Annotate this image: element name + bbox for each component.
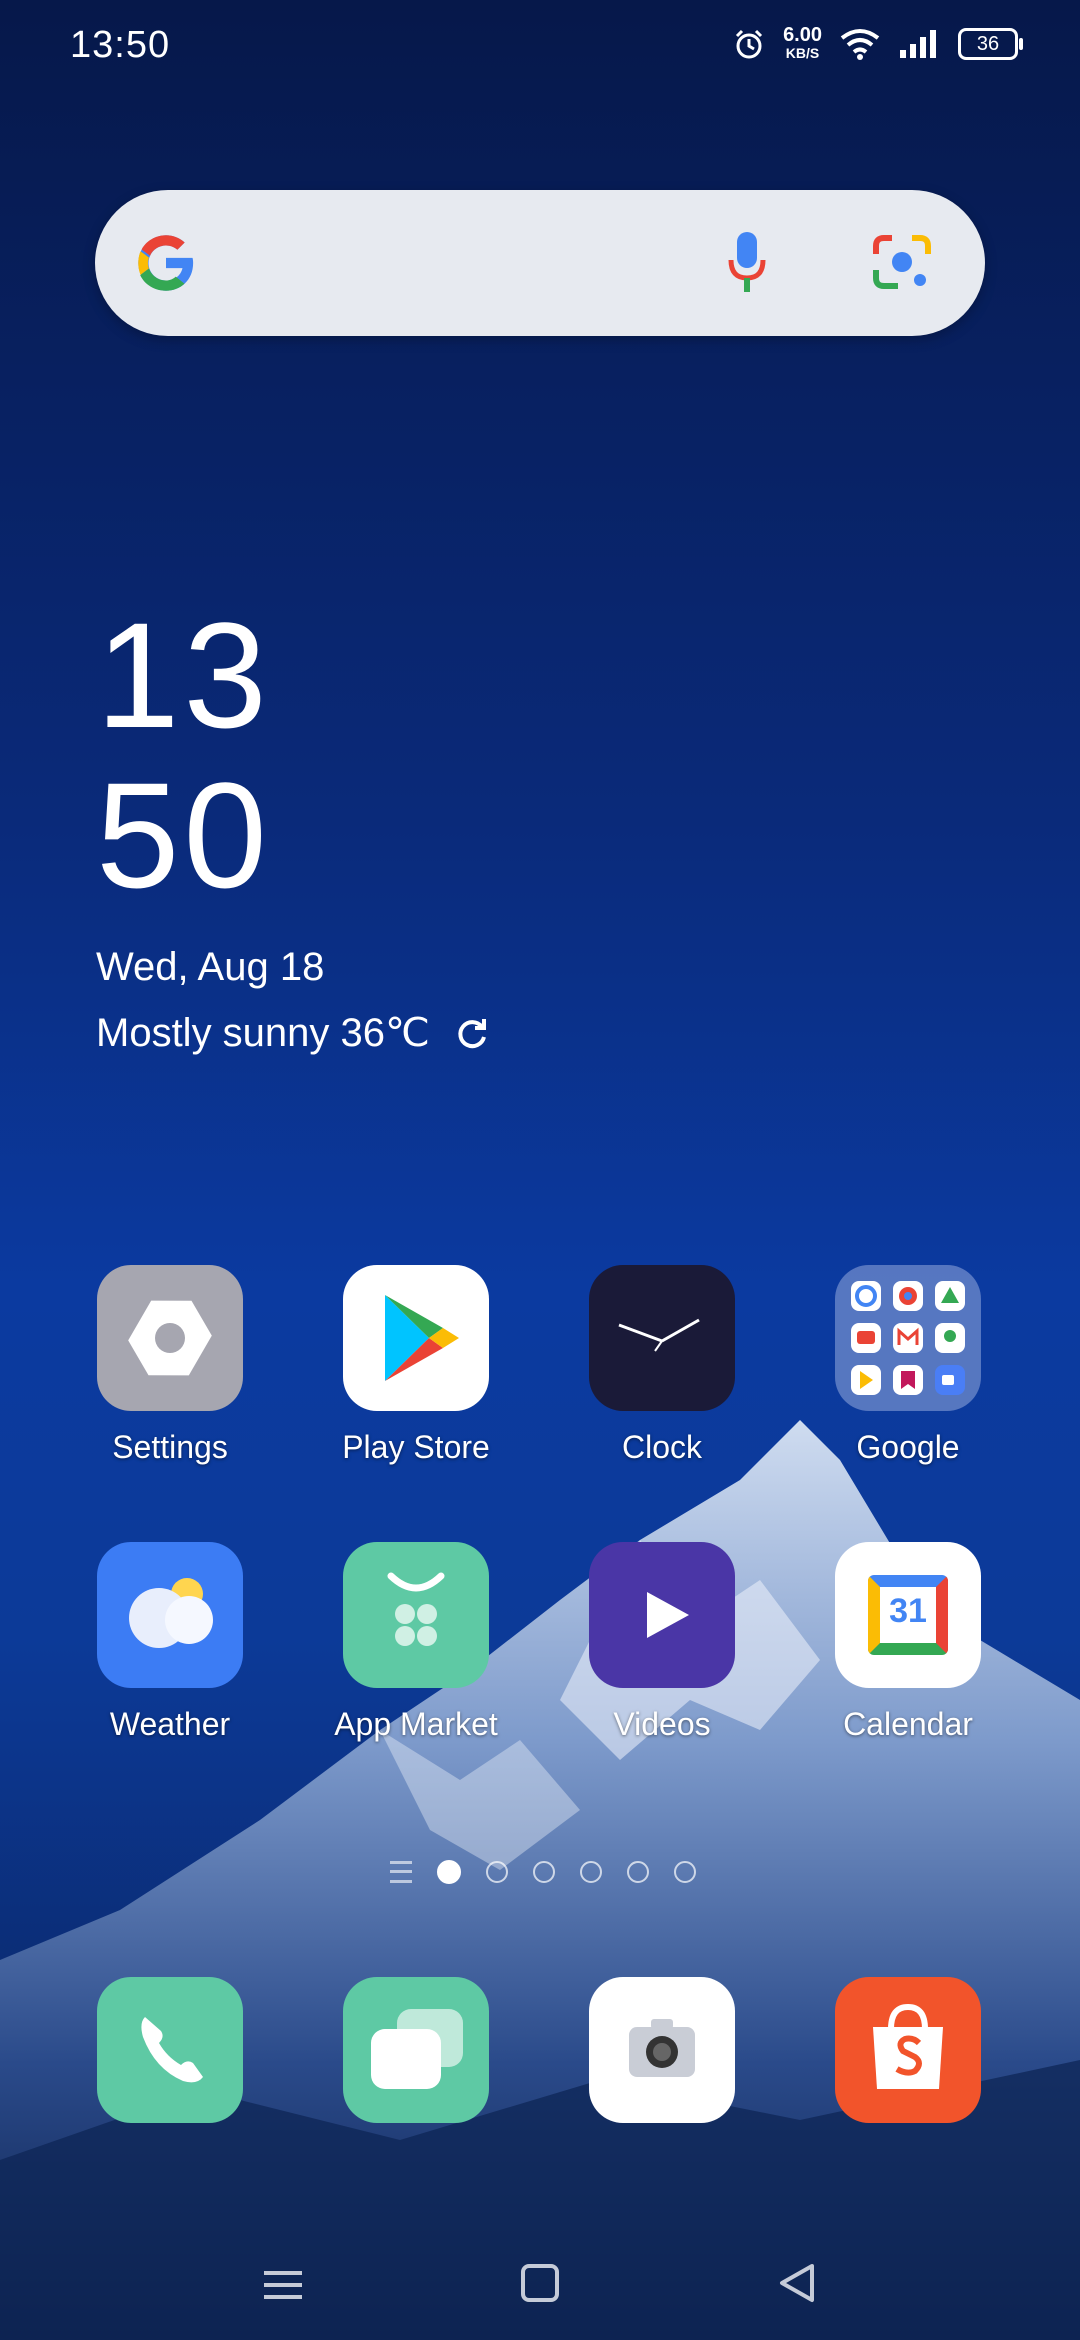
app-clock[interactable]: Clock [552, 1265, 772, 1466]
dock-shopee[interactable] [798, 1977, 1018, 2123]
weather-icon [97, 1542, 243, 1688]
back-button-icon[interactable] [780, 2264, 814, 2302]
page-dot [533, 1861, 555, 1883]
page-dot [486, 1861, 508, 1883]
app-label: Clock [621, 1429, 702, 1465]
phone-icon [97, 1977, 243, 2123]
videos-icon [589, 1542, 735, 1688]
google-folder-icon [835, 1265, 981, 1411]
weather-text: Mostly sunny 36℃ [96, 1011, 430, 1055]
page-dot [580, 1861, 602, 1883]
app-label: Google [856, 1429, 960, 1465]
app-label: Play Store [342, 1429, 490, 1465]
app-app-market[interactable]: App Market [306, 1542, 526, 1743]
app-market-icon [343, 1542, 489, 1688]
app-weather[interactable]: Weather [60, 1542, 280, 1743]
battery-indicator: 36 [958, 28, 1023, 60]
calendar-icon: 31 [835, 1542, 981, 1688]
google-lens-icon[interactable] [870, 230, 934, 294]
signal-icon [900, 30, 936, 58]
page-indicator[interactable] [390, 1860, 696, 1884]
status-bar: 13:50 6.00 KB/S 36 [0, 0, 1080, 95]
app-label: Calendar [843, 1706, 973, 1742]
play-store-icon [343, 1265, 489, 1411]
folder-google[interactable]: Google [798, 1265, 1018, 1466]
dock-messages[interactable] [306, 1977, 526, 2123]
page-dot-active [437, 1860, 461, 1884]
clock-widget-hour[interactable]: 13 [96, 595, 271, 755]
app-videos[interactable]: Videos [552, 1542, 772, 1743]
network-speed-unit: KB/S [785, 45, 820, 61]
status-icons: 6.00 KB/S 36 [733, 24, 1023, 62]
wifi-icon [840, 29, 880, 60]
dock-phone[interactable] [60, 1977, 280, 2123]
page-dot [627, 1861, 649, 1883]
navigation-bar [264, 2264, 814, 2302]
app-label: Videos [613, 1706, 711, 1742]
app-calendar[interactable]: 31 Calendar [798, 1542, 1018, 1743]
alarm-icon [736, 29, 763, 59]
calendar-day: 31 [889, 1592, 927, 1630]
app-label: App Market [334, 1706, 498, 1742]
status-time: 13:50 [70, 24, 171, 66]
recents-menu-icon[interactable] [264, 2271, 302, 2299]
clock-widget-minute[interactable]: 50 [96, 755, 271, 915]
app-settings[interactable]: Settings [60, 1265, 280, 1466]
messages-icon [343, 1977, 489, 2123]
app-label: Settings [112, 1429, 228, 1465]
clock-icon [589, 1265, 735, 1411]
page-dot [674, 1861, 696, 1883]
app-play-store[interactable]: Play Store [306, 1265, 526, 1466]
clock-widget-date: Wed, Aug 18 [96, 945, 325, 989]
network-speed: 6.00 KB/S [783, 24, 822, 62]
home-button-icon[interactable] [521, 2264, 559, 2302]
app-label: Weather [109, 1706, 231, 1742]
dock-camera[interactable] [552, 1977, 772, 2123]
app-drawer-indicator-icon [390, 1861, 412, 1883]
network-speed-value: 6.00 [783, 24, 822, 46]
clock-widget-weather[interactable]: Mostly sunny 36℃ [96, 1010, 490, 1056]
refresh-icon[interactable] [454, 1015, 490, 1051]
settings-icon [97, 1265, 243, 1411]
camera-icon [589, 1977, 735, 2123]
google-search-bar[interactable] [95, 190, 985, 336]
google-logo-icon [138, 235, 195, 291]
voice-search-icon[interactable] [725, 230, 769, 296]
shopee-icon [835, 1977, 981, 2123]
